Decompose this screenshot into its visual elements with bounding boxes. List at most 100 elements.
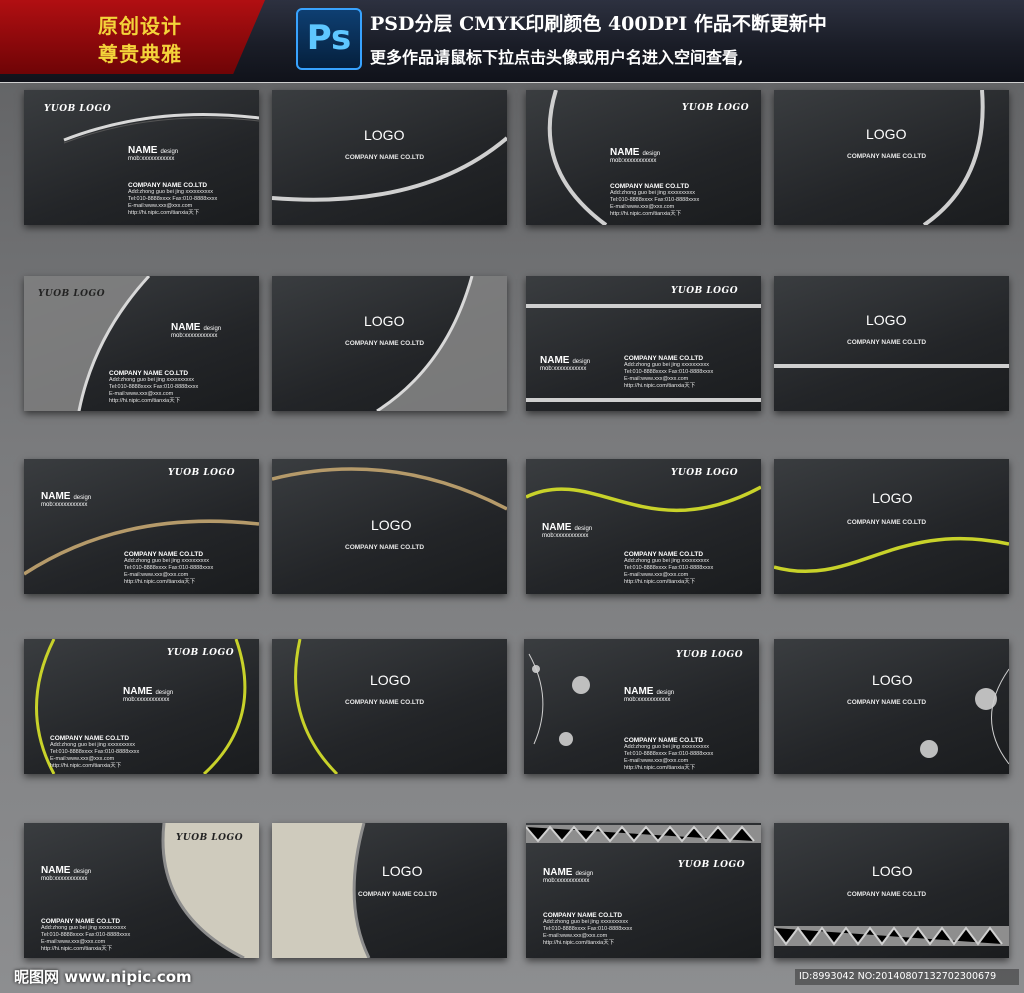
company-text: COMPANY NAME CO.LTD [624,737,704,744]
company-text: COMPANY NAME CO.LTD [624,355,704,362]
top-banner: 原创设计 尊贵典雅 Ps PSD分层 CMYK印刷颜色 400DPI 作品不断更… [0,0,1024,83]
image-id-text: ID:8993042 NO:20140807132702300679 [795,969,1019,985]
card-front-2: YUOB LOGO NAME design mob:xxxxxxxxxxx COM… [526,90,761,225]
front-logo-text: YUOB LOGO [44,104,112,114]
card-front-10: YUOB LOGO NAME design mob:xxxxxxxxxxx COM… [526,823,761,958]
back-logo-text: LOGO [872,672,913,688]
front-logo-text: YUOB LOGO [678,860,746,870]
company-text: COMPANY NAME CO.LTD [41,918,121,925]
back-company-text: COMPANY NAME CO.LTD [358,891,438,898]
back-logo-text: LOGO [866,126,907,142]
back-logo-text: LOGO [872,863,913,879]
back-company-text: COMPANY NAME CO.LTD [345,154,425,161]
mob-text: mob:xxxxxxxxxxx [543,878,590,884]
banner-headline: PSD分层 CMYK印刷颜色 400DPI 作品不断更新中 [370,13,827,35]
mob-text: mob:xxxxxxxxxxx [171,333,218,339]
name-label: NAME design [41,865,92,876]
card-front-3: YUOB LOGO NAME design mob:xxxxxxxxxxx COM… [24,276,259,411]
badge-line-1: 原创设计 [98,14,182,38]
company-text: COMPANY NAME CO.LTD [128,182,208,189]
name-label: NAME design [540,355,591,366]
back-logo-text: LOGO [364,127,405,143]
card-back-10: LOGO COMPANY NAME CO.LTD [774,823,1009,958]
footer: 昵图网 www.nipic.com ID:8993042 NO:20140807… [0,958,1024,993]
back-logo-text: LOGO [872,490,913,506]
mob-text: mob:xxxxxxxxxxx [540,366,587,372]
name-label: NAME design [171,322,222,333]
contact-info: Add:zhong guo bei jing xxxxxxxxxx Tel:010… [128,189,218,216]
front-logo-text: YUOB LOGO [38,289,106,299]
front-logo-text: YUOB LOGO [671,286,739,296]
back-company-text: COMPANY NAME CO.LTD [847,339,927,346]
card-front-4: YUOB LOGO NAME design mob:xxxxxxxxxxx COM… [526,276,761,411]
front-logo-text: YUOB LOGO [682,103,750,113]
back-logo-text: LOGO [371,517,412,533]
card-back-9: LOGO COMPANY NAME CO.LTD [272,823,507,958]
card-back-4: LOGO COMPANY NAME CO.LTD [774,276,1009,411]
front-logo-text: YUOB LOGO [676,650,744,660]
company-text: COMPANY NAME CO.LTD [624,551,704,558]
back-company-text: COMPANY NAME CO.LTD [345,699,425,706]
card-front-6: YUOB LOGO NAME design mob:xxxxxxxxxxx COM… [526,459,761,594]
front-logo-text: YUOB LOGO [168,468,236,478]
card-back-8: LOGO COMPANY NAME CO.LTD [774,639,1009,774]
mob-text: mob:xxxxxxxxxxx [128,156,175,162]
card-back-5: LOGO COMPANY NAME CO.LTD [272,459,507,594]
company-text: COMPANY NAME CO.LTD [610,183,690,190]
contact-info: Add:zhong guo bei jing xxxxxxxxxx Tel:010… [543,919,633,946]
mob-text: mob:xxxxxxxxxxx [41,502,88,508]
back-company-text: COMPANY NAME CO.LTD [345,340,425,347]
promo-badge: 原创设计 尊贵典雅 [0,0,265,74]
name-label: NAME design [543,867,594,878]
back-logo-text: LOGO [364,313,405,329]
name-label: NAME design [542,522,593,533]
card-back-2: LOGO COMPANY NAME CO.LTD [774,90,1009,225]
card-front-8: YUOB LOGO NAME design mob:xxxxxxxxxxx COM… [524,639,759,774]
name-label: NAME design [624,686,675,697]
card-back-6: LOGO COMPANY NAME CO.LTD [774,459,1009,594]
front-logo-text: YUOB LOGO [167,648,235,658]
back-company-text: COMPANY NAME CO.LTD [847,891,927,898]
back-company-text: COMPANY NAME CO.LTD [847,699,927,706]
card-front-5: YUOB LOGO NAME design mob:xxxxxxxxxxx COM… [24,459,259,594]
card-back-3: LOGO COMPANY NAME CO.LTD [272,276,507,411]
card-front-7: YUOB LOGO NAME design mob:xxxxxxxxxxx COM… [24,639,259,774]
card-back-1: LOGO COMPANY NAME CO.LTD [272,90,507,225]
company-text: COMPANY NAME CO.LTD [50,735,130,742]
mob-text: mob:xxxxxxxxxxx [624,697,671,703]
mob-text: mob:xxxxxxxxxxx [610,158,657,164]
contact-info: Add:zhong guo bei jing xxxxxxxxxx Tel:010… [41,925,131,952]
contact-info: Add:zhong guo bei jing xxxxxxxxxx Tel:010… [624,558,714,585]
badge-line-2: 尊贵典雅 [98,42,182,66]
card-front-9: YUOB LOGO NAME design mob:xxxxxxxxxxx COM… [24,823,259,958]
back-company-text: COMPANY NAME CO.LTD [847,519,927,526]
company-text: COMPANY NAME CO.LTD [543,912,623,919]
front-logo-text: YUOB LOGO [176,833,244,843]
mob-text: mob:xxxxxxxxxxx [41,876,88,882]
card-back-7: LOGO COMPANY NAME CO.LTD [272,639,507,774]
site-watermark: 昵图网 www.nipic.com [14,968,192,986]
contact-info: Add:zhong guo bei jing xxxxxxxxxx Tel:010… [624,362,714,389]
contact-info: Add:zhong guo bei jing xxxxxxxxxx Tel:010… [109,377,199,404]
photoshop-icon: Ps [296,8,362,70]
name-label: NAME design [123,686,174,697]
card-front-1: YUOB LOGO NAME design mob:xxxxxxxxxxx COM… [24,90,259,225]
back-logo-text: LOGO [866,312,907,328]
company-text: COMPANY NAME CO.LTD [109,370,189,377]
company-text: COMPANY NAME CO.LTD [124,551,204,558]
back-company-text: COMPANY NAME CO.LTD [345,544,425,551]
contact-info: Add:zhong guo bei jing xxxxxxxxxx Tel:010… [124,558,214,585]
mob-text: mob:xxxxxxxxxxx [542,533,589,539]
front-logo-text: YUOB LOGO [671,468,739,478]
name-label: NAME design [128,145,179,156]
contact-info: Add:zhong guo bei jing xxxxxxxxxx Tel:010… [610,190,700,217]
contact-info: Add:zhong guo bei jing xxxxxxxxxx Tel:010… [50,742,140,769]
mob-text: mob:xxxxxxxxxxx [123,697,170,703]
back-logo-text: LOGO [370,672,411,688]
banner-subline: 更多作品请鼠标下拉点击头像或用户名进入空间查看, [370,48,744,67]
back-company-text: COMPANY NAME CO.LTD [847,153,927,160]
name-label: NAME design [41,491,92,502]
name-label: NAME design [610,147,661,158]
back-logo-text: LOGO [382,863,423,879]
contact-info: Add:zhong guo bei jing xxxxxxxxxx Tel:010… [624,744,714,771]
